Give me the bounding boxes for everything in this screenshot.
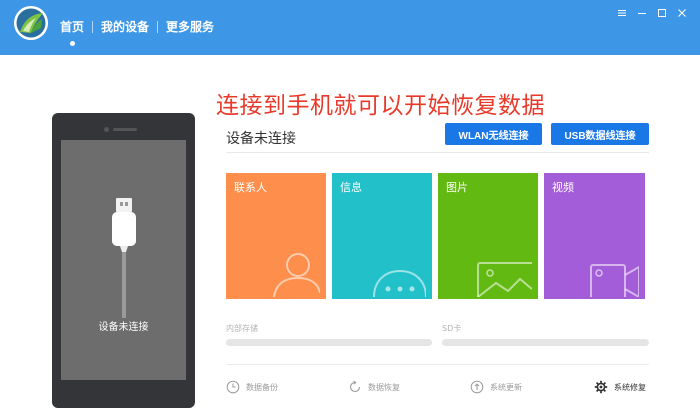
phone-camera [104, 127, 109, 132]
backup-label: 数据备份 [246, 382, 278, 392]
nav-more-services-label: 更多服务 [166, 20, 215, 34]
phone-status-text: 设备未连接 [98, 322, 149, 333]
repair-icon [594, 380, 608, 394]
update-button[interactable]: 系统更新 [470, 380, 522, 394]
tile-pictures-label: 图片 [446, 181, 468, 194]
picture-icon [477, 262, 532, 297]
minimize-button[interactable] [632, 6, 652, 20]
sd-card-bar [442, 339, 649, 346]
nav-my-devices-label: 我的设备 [101, 20, 150, 34]
phone-speaker [113, 128, 137, 131]
usb-plug-icon [112, 198, 136, 318]
minimize-icon [638, 13, 646, 14]
nav-separator [92, 21, 94, 33]
maximize-icon [658, 9, 666, 17]
app-logo-icon [14, 6, 48, 40]
repair-button[interactable]: 系统修复 [594, 380, 646, 394]
tile-contacts[interactable]: 联系人 [226, 173, 326, 299]
sd-card-label: SD卡 [442, 324, 462, 333]
device-status: 设备未连接 [226, 131, 296, 147]
nav-more-services[interactable]: 更多服务 [166, 17, 214, 37]
tile-pictures[interactable]: 图片 [438, 173, 538, 299]
close-icon [678, 9, 686, 17]
usb-connect-button[interactable]: USB数据线连接 [551, 123, 649, 145]
message-icon [373, 269, 426, 297]
backup-button[interactable]: 数据备份 [226, 380, 278, 394]
update-icon [470, 380, 484, 394]
wlan-connect-button[interactable]: WLAN无线连接 [445, 123, 542, 145]
page-headline: 连接到手机就可以开始恢复数据 [216, 93, 545, 119]
tile-videos-label: 视频 [552, 181, 574, 194]
nav-my-devices[interactable]: 我的设备 [101, 17, 149, 37]
main-nav: 首页 我的设备 更多服务 [60, 17, 214, 46]
tile-contacts-label: 联系人 [234, 181, 267, 194]
internal-storage-label: 内部存储 [226, 324, 258, 333]
divider [226, 364, 649, 365]
internal-storage-bar [226, 339, 432, 346]
phone-illustration: 设备未连接 [52, 113, 195, 408]
tile-messages-label: 信息 [340, 181, 362, 194]
app-logo [14, 6, 48, 40]
close-button[interactable] [672, 6, 692, 20]
window-controls [612, 6, 692, 20]
contact-icon [273, 253, 320, 297]
phone-screen: 设备未连接 [61, 140, 186, 380]
restore-button[interactable]: 数据恢复 [348, 380, 400, 394]
repair-label: 系统修复 [614, 382, 646, 392]
update-label: 系统更新 [490, 382, 522, 392]
maximize-button[interactable] [652, 6, 672, 20]
nav-separator [157, 21, 159, 33]
nav-home[interactable]: 首页 [60, 17, 85, 46]
restore-label: 数据恢复 [368, 382, 400, 392]
nav-active-indicator [69, 41, 75, 46]
menu-icon [618, 10, 626, 16]
menu-button[interactable] [612, 6, 632, 20]
nav-home-label: 首页 [60, 20, 85, 34]
title-bar: 首页 我的设备 更多服务 [0, 0, 700, 55]
video-icon [590, 264, 639, 297]
tile-messages[interactable]: 信息 [332, 173, 432, 299]
restore-icon [349, 380, 361, 393]
backup-icon [226, 380, 240, 394]
tile-videos[interactable]: 视频 [544, 173, 645, 299]
divider [226, 152, 649, 153]
